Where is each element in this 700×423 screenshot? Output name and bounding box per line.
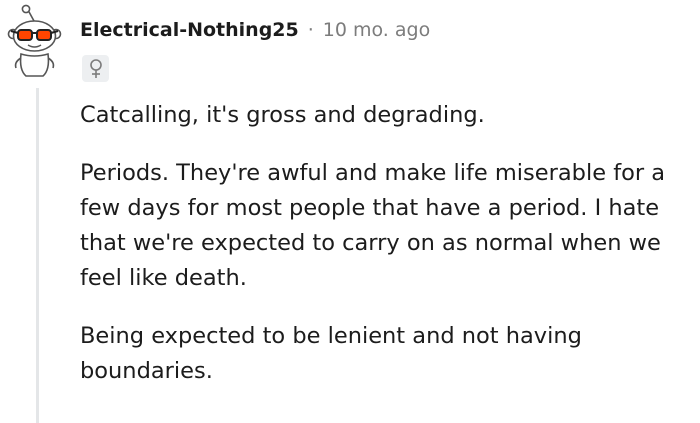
comment-paragraph: Catcalling, it's gross and degrading. [80,102,485,128]
snoo-avatar-icon [7,4,62,77]
comment-paragraph: Being expected to be lenient and not hav… [80,323,582,384]
thread-line[interactable] [36,88,39,423]
user-flair [82,55,109,82]
comment: Electrical-Nothing25 · 10 mo. ago Catcal… [0,0,700,423]
username-link[interactable]: Electrical-Nothing25 [80,19,299,41]
avatar[interactable] [6,4,64,80]
comment-paragraph: Periods. They're awful and make life mis… [80,160,666,291]
comment-body: Catcalling, it's gross and degrading. Pe… [80,98,695,412]
comment-header: Electrical-Nothing25 · 10 mo. ago [80,15,430,45]
meta-separator: · [307,19,314,41]
female-sign-icon [89,58,102,78]
timestamp[interactable]: 10 mo. ago [323,19,430,41]
